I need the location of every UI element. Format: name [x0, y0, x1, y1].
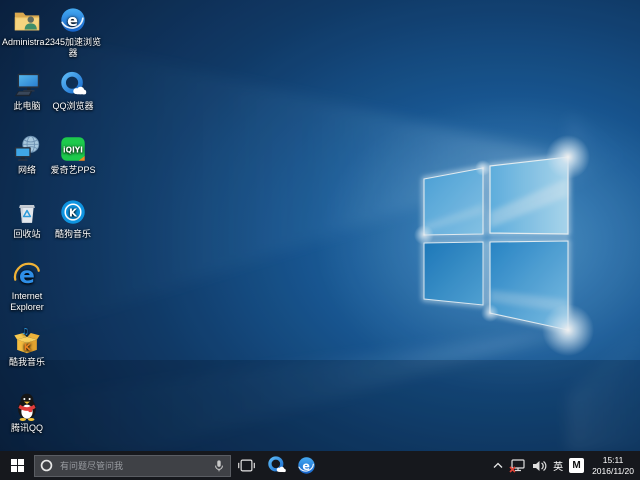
desktop-icon-label: 酷狗音乐: [55, 229, 91, 240]
speaker-icon: [532, 460, 547, 472]
desktop-icon-kuwo-music[interactable]: K ♫ 酷我音乐: [0, 326, 54, 368]
tray-ime-language[interactable]: 英: [553, 451, 563, 480]
tray-show-hidden-icons[interactable]: [493, 451, 503, 480]
desktop-icon-label: 2345加速浏览器: [42, 37, 104, 59]
desktop-icon-label: 此电脑: [13, 101, 40, 112]
tray-ime-mode[interactable]: M: [569, 451, 584, 480]
ime-mode-badge: M: [569, 458, 584, 473]
system-tray: 英 M 15:11 2016/11/20: [493, 451, 640, 480]
svg-text:K: K: [24, 342, 32, 353]
desktop-icon-label: Internet Explorer: [0, 291, 54, 313]
desktop-icon-qq-browser[interactable]: QQ浏览器: [42, 70, 104, 112]
clock-date: 2016/11/20: [592, 466, 634, 477]
qq-browser-icon: [266, 455, 287, 476]
desktop-icon-tencent-qq[interactable]: 腾讯QQ: [0, 392, 54, 434]
qq-browser-icon: [58, 70, 88, 100]
task-view-icon: [238, 459, 255, 472]
desktop-icon-label: 回收站: [13, 229, 40, 240]
clock-time: 15:11: [603, 455, 624, 466]
search-input[interactable]: [58, 460, 208, 472]
this-pc-icon: [12, 70, 42, 100]
kugou-music-icon: K: [58, 198, 88, 228]
start-button[interactable]: [0, 451, 34, 480]
iqiyi-pps-icon: iQIYI: [58, 134, 88, 164]
desktop-surface: Administra... 此电脑: [0, 0, 640, 451]
2345-browser-icon: e: [58, 6, 88, 36]
tray-clock[interactable]: 15:11 2016/11/20: [590, 455, 636, 476]
user-folder-icon: [12, 6, 42, 36]
cortana-search-box[interactable]: [34, 455, 231, 477]
kuwo-music-icon: K ♫: [12, 326, 42, 356]
desktop-icon-2345-browser[interactable]: e 2345加速浏览器: [42, 6, 104, 59]
desktop-icon-label: 腾讯QQ: [11, 423, 43, 434]
svg-text:K: K: [69, 207, 78, 219]
desktop-icon-kugou-music[interactable]: K 酷狗音乐: [42, 198, 104, 240]
desktop-icon-label: 酷我音乐: [9, 357, 45, 368]
taskbar-qq-browser-button[interactable]: [261, 451, 291, 480]
recycle-bin-icon: [12, 198, 42, 228]
network-disconnected-icon: [509, 459, 526, 473]
task-view-button[interactable]: [231, 451, 261, 480]
internet-explorer-icon: e: [12, 260, 42, 290]
taskbar-2345-browser-button[interactable]: e: [291, 451, 321, 480]
tray-network-status[interactable]: [509, 451, 526, 480]
cortana-icon: [40, 459, 53, 472]
desktop-icon-label: 爱奇艺PPS: [50, 165, 95, 176]
svg-text:♫: ♫: [21, 326, 29, 336]
desktop-icon-label: QQ浏览器: [52, 101, 93, 112]
desktop-icon-internet-explorer[interactable]: e Internet Explorer: [0, 260, 54, 313]
tencent-qq-icon: [12, 392, 42, 422]
svg-text:iQIYI: iQIYI: [63, 145, 83, 154]
network-icon: [12, 134, 42, 164]
microphone-icon[interactable]: [213, 459, 225, 473]
desktop-icon-label: 网络: [18, 165, 36, 176]
taskbar: e 英 M: [0, 451, 640, 480]
chevron-up-icon: [493, 462, 503, 469]
windows-logo-icon: [11, 459, 24, 472]
tray-volume[interactable]: [532, 451, 547, 480]
2345-browser-icon: e: [296, 455, 317, 476]
desktop-icon-iqiyi-pps[interactable]: iQIYI 爱奇艺PPS: [42, 134, 104, 176]
